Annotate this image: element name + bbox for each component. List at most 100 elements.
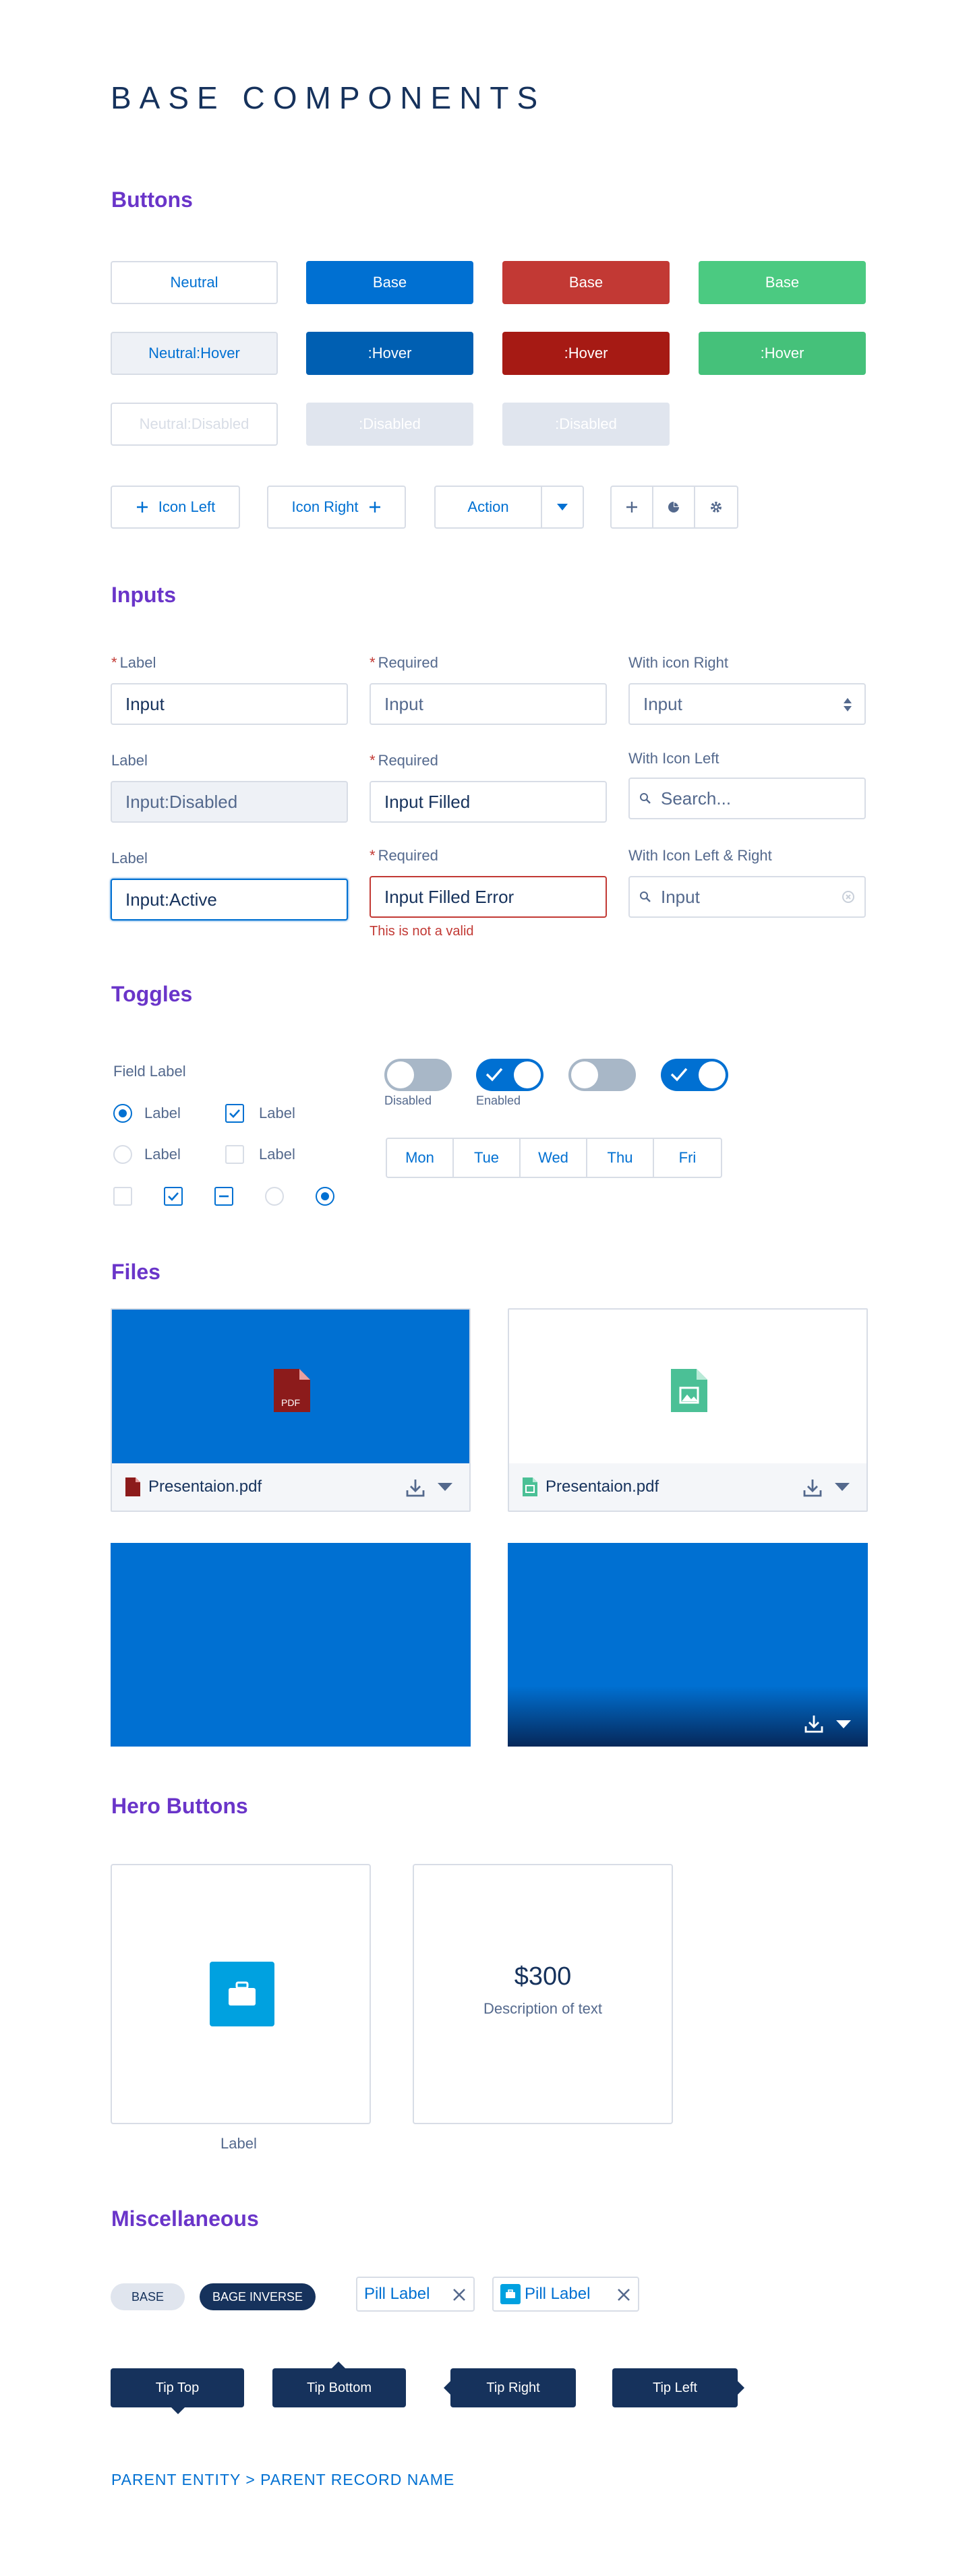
hero-description: Description of text (483, 2000, 603, 2017)
hero-button-icon[interactable] (111, 1864, 371, 2124)
base-disabled-button[interactable]: :Disabled (306, 403, 473, 446)
action-dropdown-button[interactable] (542, 487, 583, 527)
file-name: Presentaion.pdf (546, 1477, 659, 1496)
action-split-button[interactable]: Action (434, 486, 584, 529)
neutral-hover-button[interactable]: Neutral:Hover (111, 332, 278, 375)
chevron-down-icon[interactable] (437, 1482, 453, 1492)
checkbox-label: Label (259, 1146, 295, 1163)
icon-left-button[interactable]: Icon Left (111, 486, 240, 529)
download-icon[interactable] (406, 1478, 425, 1497)
action-button[interactable]: Action (436, 487, 542, 527)
toggle-disabled[interactable] (384, 1059, 452, 1091)
hero-label: Label (220, 2135, 257, 2152)
neutral-button[interactable]: Neutral (111, 261, 278, 304)
icon-right-button[interactable]: Icon Right (267, 486, 406, 529)
badge-inverse: BAGE INVERSE (200, 2283, 316, 2310)
toggle-on[interactable] (661, 1059, 728, 1091)
radio-empty[interactable] (265, 1187, 284, 1206)
select-input[interactable]: Input (628, 683, 866, 725)
toggle-off[interactable] (568, 1059, 636, 1091)
day-wed[interactable]: Wed (521, 1139, 587, 1177)
pdf-file-icon (125, 1477, 140, 1496)
search-icon (639, 792, 651, 804)
settings-button[interactable] (695, 487, 737, 527)
close-icon[interactable] (616, 2287, 631, 2302)
chevron-down-icon[interactable] (834, 1482, 850, 1492)
checkbox-empty[interactable] (113, 1187, 132, 1206)
tooltip-top: Tip Top (111, 2368, 244, 2407)
check-icon (670, 1067, 688, 1082)
base-button[interactable]: Base (306, 261, 473, 304)
destructive-hover-button[interactable]: :Hover (502, 332, 670, 375)
check-icon (486, 1067, 503, 1082)
file-card-image[interactable]: Presentaion.pdf (508, 1308, 868, 1512)
section-title-inputs: Inputs (111, 583, 176, 607)
text-input[interactable]: Input (111, 683, 348, 725)
close-icon[interactable] (452, 2287, 467, 2302)
radio-label: Label (144, 1146, 181, 1163)
download-icon[interactable] (804, 1714, 823, 1733)
base-hover-button[interactable]: :Hover (306, 332, 473, 375)
neutral-disabled-button[interactable]: Neutral:Disabled (111, 403, 278, 446)
input-label: * Label (111, 654, 156, 671)
day-fri[interactable]: Fri (654, 1139, 721, 1177)
filled-input[interactable]: Input Filled (370, 781, 607, 823)
toggle-enabled[interactable] (476, 1059, 543, 1091)
disabled-input[interactable]: Input:Disabled (111, 781, 348, 823)
section-title-toggles: Toggles (111, 982, 193, 1006)
checkbox-checked[interactable] (225, 1104, 244, 1123)
add-button[interactable] (612, 487, 653, 527)
checkbox-checked[interactable] (164, 1187, 183, 1206)
success-hover-button[interactable]: :Hover (699, 332, 866, 375)
breadcrumb[interactable]: PARENT ENTITY > PARENT RECORD NAME (111, 2471, 454, 2489)
chevron-down-icon[interactable] (835, 1720, 852, 1729)
tooltip-right: Tip Right (450, 2368, 576, 2407)
error-input-label: * Required (370, 847, 438, 864)
toggle-enabled-caption: Enabled (476, 1094, 521, 1107)
download-icon[interactable] (803, 1478, 822, 1497)
pill[interactable]: Pill Label (356, 2277, 475, 2312)
day-mon[interactable]: Mon (387, 1139, 454, 1177)
briefcase-icon (227, 1981, 257, 2007)
clearable-search-input[interactable]: Input (628, 876, 866, 918)
radio-selected[interactable] (316, 1187, 334, 1206)
icon-left-right-label: With Icon Left & Right (628, 847, 772, 864)
radio-checked[interactable] (113, 1104, 132, 1123)
pill-label: Pill Label (364, 2285, 430, 2303)
plus-icon (368, 500, 382, 514)
image-file-icon (523, 1477, 537, 1496)
pill-with-icon[interactable]: Pill Label (492, 2277, 639, 2312)
day-thu[interactable]: Thu (587, 1139, 654, 1177)
tooltip-left: Tip Left (612, 2368, 738, 2407)
search-input[interactable]: Search... (628, 778, 866, 819)
day-button-group: Mon Tue Wed Thu Fri (386, 1138, 722, 1178)
destructive-button[interactable]: Base (502, 261, 670, 304)
active-input[interactable]: Input:Active (111, 879, 348, 920)
file-thumbnail-hover[interactable] (508, 1543, 868, 1747)
required-asterisk: * (370, 654, 376, 671)
hero-button-price[interactable]: $300 Description of text (413, 1864, 673, 2124)
day-tue[interactable]: Tue (454, 1139, 521, 1177)
minus-icon (218, 1195, 229, 1198)
required-asterisk: * (111, 654, 117, 671)
radio-unchecked[interactable] (113, 1145, 132, 1164)
required-asterisk: * (370, 847, 376, 864)
check-icon (229, 1109, 241, 1118)
destructive-disabled-button[interactable]: :Disabled (502, 403, 670, 446)
active-input-label: Label (111, 850, 148, 867)
checkbox-unchecked[interactable] (225, 1145, 244, 1164)
section-title-misc: Miscellaneous (111, 2206, 259, 2231)
clear-icon[interactable] (842, 890, 855, 904)
radio-label: Label (144, 1105, 181, 1121)
success-button[interactable]: Base (699, 261, 866, 304)
tooltip-arrow (332, 2362, 345, 2368)
file-name: Presentaion.pdf (148, 1477, 262, 1496)
checkbox-indeterminate[interactable] (214, 1187, 233, 1206)
file-thumbnail[interactable] (111, 1543, 471, 1747)
error-input[interactable]: Input Filled Error (370, 876, 607, 918)
chart-button[interactable] (653, 487, 695, 527)
hero-price: $300 (514, 1962, 572, 1991)
file-card-pdf[interactable]: PDF Presentaion.pdf (111, 1308, 471, 1512)
required-input[interactable]: Input (370, 683, 607, 725)
page-title: BASE COMPONENTS (111, 80, 546, 115)
